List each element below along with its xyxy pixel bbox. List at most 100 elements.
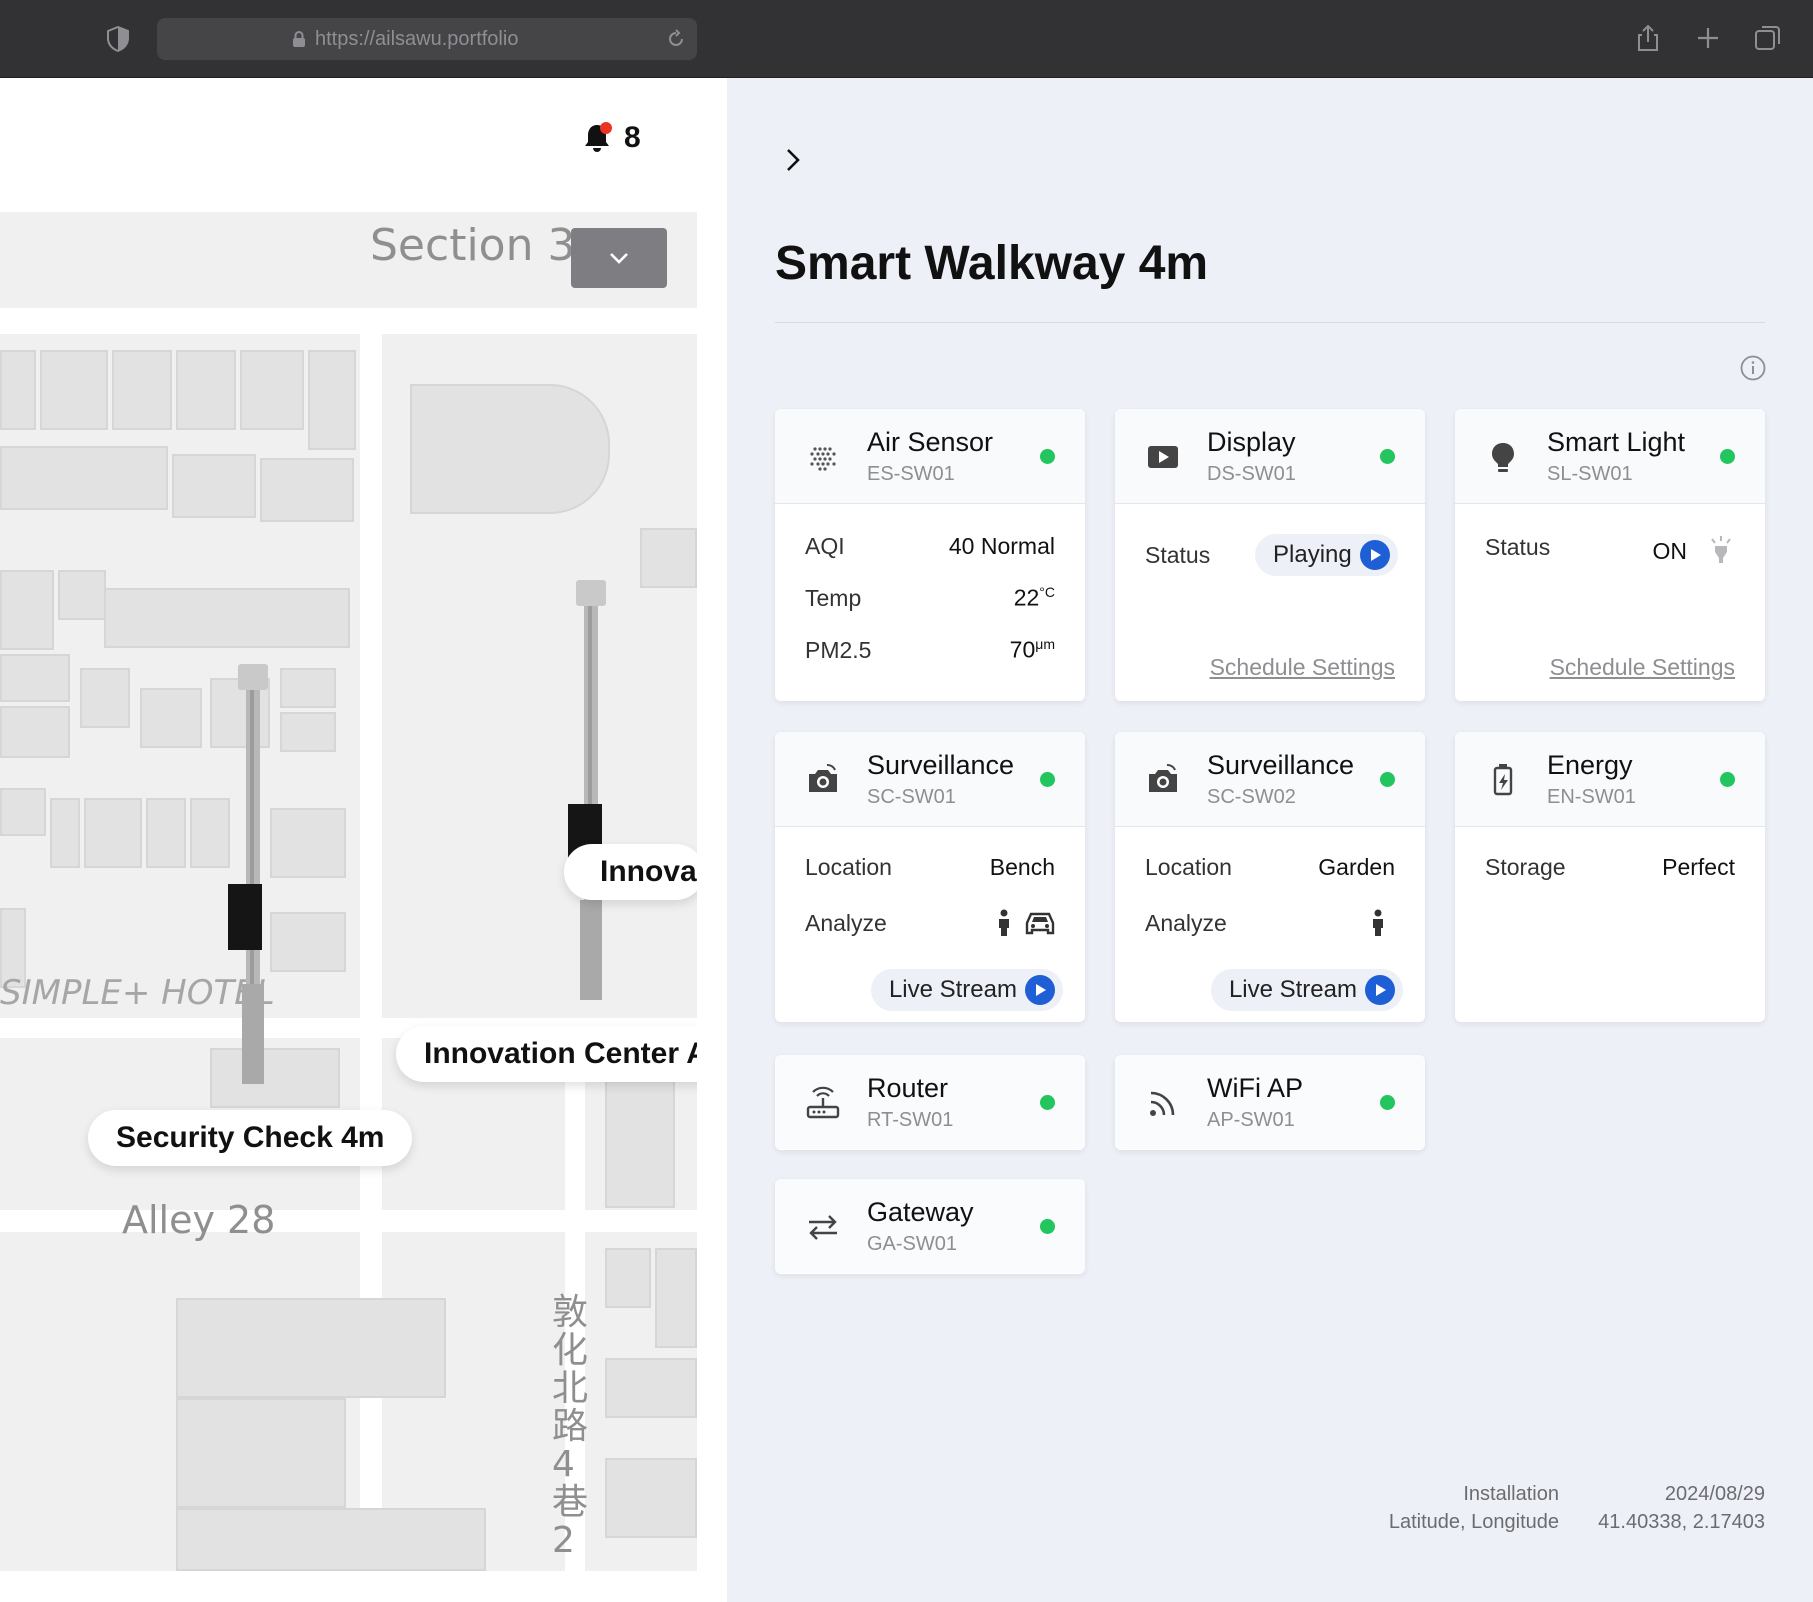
info-icon[interactable]: [1739, 354, 1767, 382]
shield-icon[interactable]: [106, 26, 130, 52]
device-card-air-sensor[interactable]: Air Sensor ES-SW01 AQI 40 Normal Temp 22…: [775, 409, 1085, 701]
address-bar[interactable]: https://ailsawu.portfolio: [157, 18, 697, 60]
map-building: [260, 458, 354, 522]
map-building: [605, 1068, 675, 1208]
storage-value: Perfect: [1662, 853, 1735, 880]
device-id: SC-SW01: [867, 786, 956, 808]
play-icon: [1359, 540, 1390, 570]
map-building: [280, 668, 336, 708]
location-row: Location Garden: [1145, 851, 1395, 883]
device-card-gateway[interactable]: Gateway GA-SW01: [775, 1179, 1085, 1274]
status-indicator: [1720, 772, 1735, 787]
wifi-signal-icon: [1150, 1091, 1175, 1116]
person-icon: [1373, 909, 1383, 936]
new-tab-icon[interactable]: [1692, 22, 1724, 54]
pin-label-innovation-partial[interactable]: Innovati: [564, 844, 697, 900]
live-stream-button[interactable]: Live Stream: [870, 969, 1063, 1011]
map-building: [0, 788, 46, 836]
car-icon: [1025, 912, 1055, 935]
chevron-right-icon[interactable]: [777, 144, 809, 176]
smart-pole-marker[interactable]: [568, 580, 628, 1000]
storage-label: Storage: [1485, 853, 1566, 880]
map-building: [605, 1248, 651, 1308]
map-building: [605, 1458, 697, 1538]
map-building: [176, 1508, 486, 1571]
schedule-settings-link[interactable]: Schedule Settings: [1210, 654, 1395, 681]
device-card-smart-light[interactable]: Smart Light SL-SW01 Status ON Schedule S…: [1455, 409, 1765, 701]
map-road: [0, 198, 697, 212]
swap-arrows-icon: [809, 1215, 837, 1240]
aqi-value: 40 Normal: [948, 532, 1055, 559]
map-building: [0, 654, 70, 702]
map-building: [0, 350, 36, 430]
device-card-router[interactable]: Router RT-SW01: [775, 1055, 1085, 1150]
coords-value: 41.40338, 2.17403: [1598, 1511, 1765, 1533]
play-icon: [1025, 975, 1055, 1005]
device-card-surveillance-2[interactable]: Surveillance SC-SW02 Location Garden Ana…: [1115, 732, 1425, 1022]
map-building: [176, 350, 236, 430]
map-section-label: Section 3: [370, 220, 576, 271]
pin-label-security-check[interactable]: Security Check 4m: [88, 1110, 413, 1166]
map-building: [176, 1398, 346, 1508]
device-id: AP-SW01: [1207, 1109, 1295, 1131]
temp-row: Temp 22°C: [805, 582, 1055, 614]
device-card-surveillance-1[interactable]: Surveillance SC-SW01 Location Bench Anal…: [775, 732, 1085, 1022]
analyze-row: Analyze: [1145, 907, 1395, 939]
map-building: [50, 798, 80, 868]
map-building: [280, 712, 336, 752]
map-building: [410, 384, 610, 514]
device-card-wifi-ap[interactable]: WiFi AP AP-SW01: [1115, 1055, 1425, 1150]
tabs-overview-icon[interactable]: [1752, 22, 1784, 54]
battery-charging-icon: [1493, 764, 1513, 796]
temp-value: 22°C: [1014, 584, 1055, 612]
status-indicator: [1720, 449, 1735, 464]
lightbulb-icon: [1492, 443, 1514, 472]
analyze-label: Analyze: [805, 909, 887, 936]
chevron-down-icon: [610, 253, 628, 264]
status-indicator: [1040, 1219, 1055, 1234]
device-id: SC-SW02: [1207, 786, 1296, 808]
device-name: Energy: [1547, 750, 1633, 780]
url-text: https://ailsawu.portfolio: [315, 28, 519, 50]
device-id: DS-SW01: [1207, 463, 1296, 485]
status-indicator: [1040, 1095, 1055, 1110]
map-road: [0, 1210, 697, 1232]
map-view[interactable]: Section 3 SIMPLE+ HOTEL Alley 28 敦化北路4巷2…: [0, 198, 697, 1571]
device-name: Display: [1207, 427, 1296, 457]
pm25-label: PM2.5: [805, 636, 872, 663]
share-icon[interactable]: [1632, 22, 1664, 54]
pin-label-innovation-center[interactable]: Innovation Center A: [396, 1026, 697, 1082]
pm25-value: 70μm: [1010, 636, 1055, 664]
coords-label: Latitude, Longitude: [1388, 1511, 1559, 1533]
temp-label: Temp: [805, 584, 862, 611]
playing-button[interactable]: Playing: [1255, 534, 1398, 576]
device-name: Surveillance: [867, 750, 1015, 780]
live-stream-button[interactable]: Live Stream: [1210, 969, 1403, 1011]
aqi-label: AQI: [805, 532, 845, 559]
page-title: Smart Walkway 4m: [775, 237, 1209, 290]
pm25-unit: μm: [1035, 636, 1055, 653]
notification-button[interactable]: 8: [582, 118, 641, 158]
schedule-settings-link[interactable]: Schedule Settings: [1550, 654, 1735, 681]
live-stream-label: Live Stream: [1228, 976, 1357, 1003]
analyze-icons: [1371, 909, 1395, 937]
status-indicator: [1040, 772, 1055, 787]
pm25-number: 70: [1009, 636, 1036, 663]
location-value: Garden: [1318, 853, 1395, 880]
device-name: WiFi AP: [1207, 1073, 1304, 1103]
section-dropdown-button[interactable]: [571, 228, 667, 288]
map-building: [240, 350, 304, 430]
map-building: [605, 1358, 697, 1418]
location-row: Location Bench: [805, 851, 1055, 883]
device-card-energy[interactable]: Energy EN-SW01 Storage Perfect: [1455, 732, 1765, 1022]
detail-panel: Smart Walkway 4m Air Sensor ES-SW01 AQI …: [727, 78, 1813, 1602]
map-building: [58, 570, 106, 620]
device-card-display[interactable]: Display DS-SW01 Status Playing Schedule …: [1115, 409, 1425, 701]
map-building: [84, 798, 142, 868]
reload-icon[interactable]: [665, 28, 687, 50]
device-id: ES-SW01: [867, 463, 955, 485]
map-building: [640, 528, 697, 588]
smart-pole-marker[interactable]: [226, 664, 286, 1084]
device-id: EN-SW01: [1547, 786, 1636, 808]
map-building: [190, 798, 230, 868]
